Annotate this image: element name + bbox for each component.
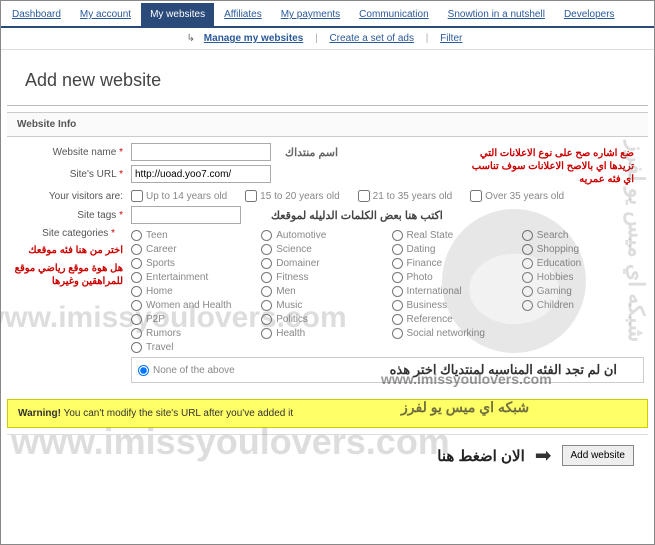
label-ar-choose: اختر من هنا فئه موقعك <box>11 245 123 256</box>
cat-photo[interactable]: Photo <box>392 272 514 283</box>
subnav: ↳ Manage my websites | Create a set of a… <box>1 28 654 50</box>
label-website-name: Website name * <box>11 147 131 158</box>
tab-dashboard[interactable]: Dashboard <box>3 3 70 26</box>
cat-travel[interactable]: Travel <box>131 342 253 353</box>
age-35plus[interactable]: Over 35 years old <box>470 190 564 202</box>
cat-none[interactable]: None of the above <box>138 365 235 376</box>
tab-developers[interactable]: Developers <box>555 3 624 26</box>
site-tags-input[interactable] <box>131 206 241 224</box>
cat-entertainment[interactable]: Entertainment <box>131 272 253 283</box>
cat-real-state[interactable]: Real State <box>392 230 514 241</box>
cat-health[interactable]: Health <box>261 328 383 339</box>
age-21-35[interactable]: 21 to 35 years old <box>358 190 453 202</box>
add-bar: الان اضغط هنا ➡ Add website <box>7 434 648 476</box>
age-15-20[interactable]: 15 to 20 years old <box>245 190 340 202</box>
cat-fitness[interactable]: Fitness <box>261 272 383 283</box>
cat-career[interactable]: Career <box>131 244 253 255</box>
cat-gaming[interactable]: Gaming <box>522 286 644 297</box>
website-name-input[interactable] <box>131 143 271 161</box>
label-site-tags: Site tags * <box>11 210 131 221</box>
cat-children[interactable]: Children <box>522 300 644 311</box>
cat-teen[interactable]: Teen <box>131 230 253 241</box>
cat-automotive[interactable]: Automotive <box>261 230 383 241</box>
ann-none: ان لم تجد الفئه المناسبه لمنتدياك اختر ه… <box>241 362 617 378</box>
subnav-manage[interactable]: Manage my websites <box>204 33 303 44</box>
subnav-create[interactable]: Create a set of ads <box>329 33 414 44</box>
tab-affiliates[interactable]: Affiliates <box>215 3 271 26</box>
cat-politics[interactable]: Politics <box>261 314 383 325</box>
cat-science[interactable]: Science <box>261 244 383 255</box>
cat-rumors[interactable]: Rumors <box>131 328 253 339</box>
cat-hobbies[interactable]: Hobbies <box>522 272 644 283</box>
warning-bar: Warning! You can't modify the site's URL… <box>7 399 648 428</box>
add-website-button[interactable]: Add website <box>562 445 634 466</box>
page-title: Add new website <box>7 56 648 106</box>
cat-finance[interactable]: Finance <box>392 258 514 269</box>
cat-international[interactable]: International <box>392 286 514 297</box>
cat-education[interactable]: Education <box>522 258 644 269</box>
cat-dating[interactable]: Dating <box>392 244 514 255</box>
tab-communication[interactable]: Communication <box>350 3 437 26</box>
cat-sports[interactable]: Sports <box>131 258 253 269</box>
tab-my-payments[interactable]: My payments <box>272 3 349 26</box>
cat-music[interactable]: Music <box>261 300 383 311</box>
cat-reference[interactable]: Reference <box>392 314 514 325</box>
categories-grid: Teen Career Sports Entertainment Home Women a… <box>131 230 644 353</box>
ann-red-note: ضع اشاره صح على نوع الاعلانات التي تريده… <box>454 143 644 190</box>
section-website-info: Website Info <box>7 112 648 137</box>
site-url-input[interactable] <box>131 165 271 183</box>
cat-shopping[interactable]: Shopping <box>522 244 644 255</box>
cat-women-and-health[interactable]: Women and Health <box>131 300 253 311</box>
nav-tabs: Dashboard My account My websites Affilia… <box>1 1 654 28</box>
label-visitors: Your visitors are: <box>11 191 131 202</box>
label-site-url: Site's URL * <box>11 169 131 180</box>
cat-search[interactable]: Search <box>522 230 644 241</box>
form-area: Website name * اسم منتداك Site's URL * ض… <box>1 137 654 393</box>
tab-my-account[interactable]: My account <box>71 3 140 26</box>
cat-men[interactable]: Men <box>261 286 383 297</box>
cat-p2p[interactable]: P2P <box>131 314 253 325</box>
label-ar-sports: هل هوة موقع رياضي موقع للمراهقين وغيرها <box>11 262 123 288</box>
tab-my-websites[interactable]: My websites <box>141 3 214 26</box>
cat-business[interactable]: Business <box>392 300 514 311</box>
label-site-cats: Site categories * <box>11 228 123 239</box>
ann-website-name: اسم منتداك <box>285 146 338 159</box>
cat-home[interactable]: Home <box>131 286 253 297</box>
tab-snowtion[interactable]: Snowtion in a nutshell <box>439 3 554 26</box>
cat-domainer[interactable]: Domainer <box>261 258 383 269</box>
cat-social-networking[interactable]: Social networking <box>392 328 514 339</box>
ann-press-here: الان اضغط هنا <box>437 447 524 465</box>
age-14[interactable]: Up to 14 years old <box>131 190 227 202</box>
ann-tags: اكتب هنا بعض الكلمات الدليله لموقعك <box>271 209 443 222</box>
arrow-icon: ➡ <box>535 443 552 468</box>
subnav-filter[interactable]: Filter <box>440 33 462 44</box>
